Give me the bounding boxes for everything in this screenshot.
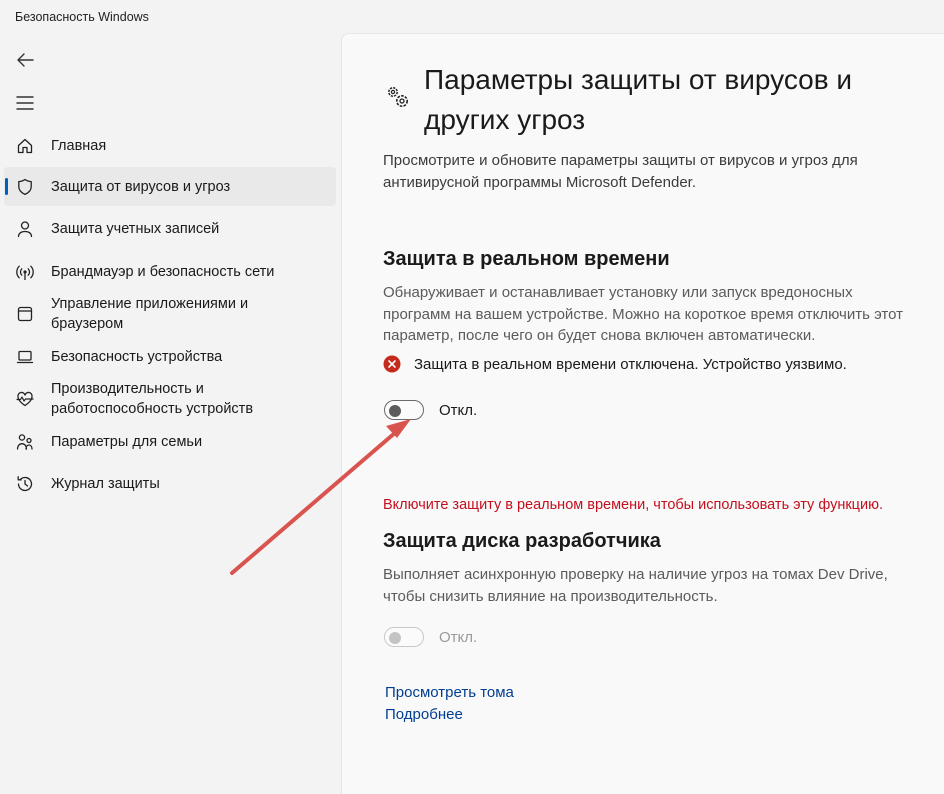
sidebar-item-label: Журнал защиты — [51, 476, 160, 492]
sidebar-item-label: Управление приложениями и браузером — [51, 296, 249, 332]
sidebar-item-label: Производительность и работоспособность у… — [51, 381, 254, 417]
toggle-knob — [389, 632, 401, 644]
view-volumes-link[interactable]: Просмотреть тома — [385, 684, 514, 701]
learn-more-link[interactable]: Подробнее — [385, 706, 463, 723]
home-icon — [17, 138, 33, 154]
sidebar-item-label: Параметры для семьи — [51, 433, 203, 450]
sidebar-item-home[interactable]: Главная — [4, 125, 336, 167]
sidebar-item-device-security[interactable]: Безопасность устройства — [4, 337, 336, 376]
devdrive-protection-toggle[interactable] — [384, 627, 424, 647]
heart-pulse-icon — [16, 391, 34, 407]
hamburger-menu-icon[interactable] — [14, 93, 36, 113]
sidebar-item-account-protection[interactable]: Защита учетных записей — [4, 206, 336, 252]
realtime-protection-toggle[interactable] — [384, 400, 424, 420]
page-title: Параметры защиты от вирусов и других угр… — [424, 64, 853, 135]
page-description: Просмотрите и обновите параметры защиты … — [383, 152, 858, 191]
devdrive-toggle-label: Откл. — [439, 629, 478, 646]
shield-icon — [18, 178, 32, 195]
app-window-icon — [17, 306, 33, 322]
laptop-icon — [16, 350, 34, 363]
sidebar-item-virus-protection[interactable]: Защита от вирусов и угроз — [4, 167, 336, 206]
realtime-section-title: Защита в реальном времени — [383, 248, 670, 270]
back-arrow-icon[interactable] — [14, 49, 36, 71]
sidebar-item-protection-history[interactable]: Журнал защиты — [4, 461, 336, 507]
sidebar-item-label: Брандмауэр и безопасность сети — [51, 263, 275, 280]
sidebar-item-app-browser-control[interactable]: Управление приложениями и браузером — [4, 291, 336, 337]
person-icon — [17, 221, 33, 238]
realtime-toggle-label: Откл. — [439, 402, 478, 419]
realtime-alert-text: Защита в реальном времени отключена. Уст… — [414, 355, 847, 373]
sidebar-item-label: Защита учетных записей — [51, 221, 220, 237]
app-title: Безопасность Windows — [15, 10, 149, 24]
devdrive-section-description: Выполняет асинхронную проверку на наличи… — [383, 566, 888, 605]
wifi-icon — [16, 265, 34, 280]
devdrive-section-title: Защита диска разработчика — [383, 530, 661, 552]
realtime-required-warning: Включите защиту в реальном времени, чтоб… — [383, 497, 883, 513]
family-icon — [16, 433, 33, 450]
gears-icon — [388, 87, 408, 107]
sidebar-item-label: Главная — [51, 138, 107, 154]
sidebar-item-label: Защита от вирусов и угроз — [51, 178, 231, 195]
history-icon — [17, 476, 33, 492]
content-panel — [341, 33, 944, 794]
sidebar-item-family-options[interactable]: Параметры для семьи — [4, 422, 336, 461]
realtime-alert: Защита в реальном времени отключена. Уст… — [383, 355, 847, 373]
error-icon — [383, 355, 401, 373]
sidebar-item-firewall[interactable]: Брандмауэр и безопасность сети — [4, 252, 336, 291]
realtime-section-description: Обнаруживает и останавливает установку и… — [383, 284, 903, 344]
sidebar-nav: Главная Защита от вирусов и угроз Защита… — [4, 125, 336, 507]
toggle-knob — [389, 405, 401, 417]
sidebar-item-device-performance[interactable]: Производительность и работоспособность у… — [4, 376, 336, 422]
sidebar-item-label: Безопасность устройства — [51, 348, 223, 365]
